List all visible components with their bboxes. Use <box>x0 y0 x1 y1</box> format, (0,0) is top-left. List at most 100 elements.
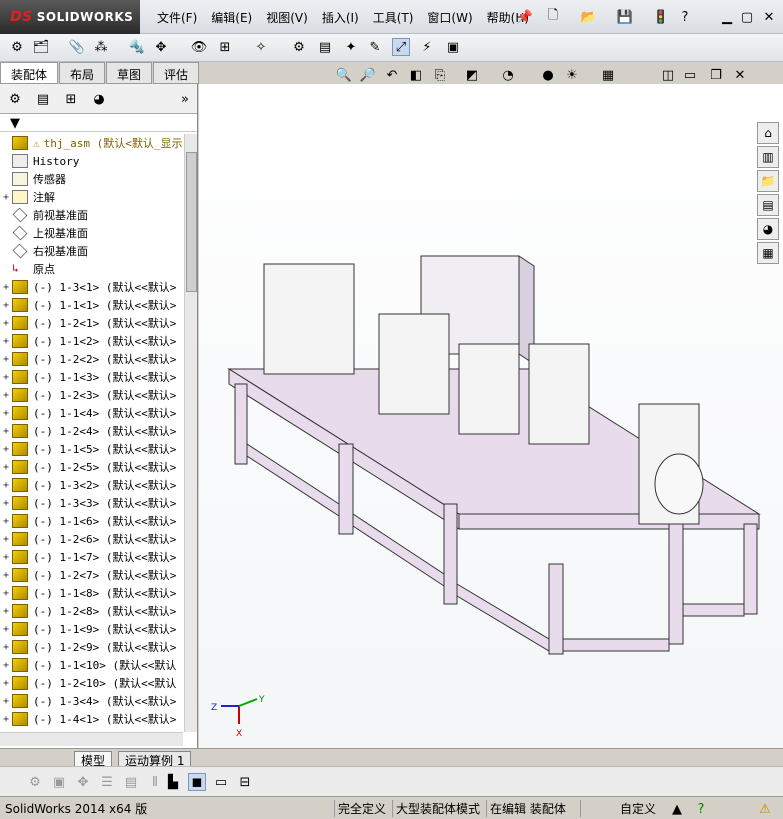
configuration-manager-icon[interactable]: ⊞ <box>62 90 80 108</box>
expand-icon[interactable]: + <box>0 354 12 365</box>
tree-item-right-plane[interactable]: 右视基准面 <box>0 242 183 260</box>
tree-component-row[interactable]: + (-) 1-2<8> (默认<<默认> <box>0 602 183 620</box>
design-library-icon[interactable]: ▥ <box>757 146 779 168</box>
tree-component-row[interactable]: + (-) 1-2<1> (默认<<默认> <box>0 314 183 332</box>
dynamic-annotation-icon[interactable]: ⎘ <box>431 66 449 84</box>
expand-icon[interactable]: + <box>0 588 12 599</box>
tree-item-front-plane[interactable]: 前视基准面 <box>0 206 183 224</box>
smart-fasteners-icon[interactable]: 🔩 <box>128 38 146 56</box>
tree-item-annotations[interactable]: + 注解 <box>0 188 183 206</box>
display-style-icon[interactable]: ◔ <box>499 66 517 84</box>
minimize-button[interactable]: ▁ <box>718 8 736 26</box>
move-component-icon[interactable]: ✥ <box>152 38 170 56</box>
expand-icon[interactable]: + <box>0 300 12 311</box>
tree-component-row[interactable]: + (-) 1-1<7> (默认<<默认> <box>0 548 183 566</box>
tree-item-top-plane[interactable]: 上视基准面 <box>0 224 183 242</box>
tool-icon[interactable]: ▣ <box>50 773 68 791</box>
tool-icon[interactable]: ☰ <box>98 773 116 791</box>
expand-icon[interactable]: + <box>0 660 12 671</box>
pin-icon[interactable]: 📌 <box>516 8 534 26</box>
tree-component-row[interactable]: + (-) 1-2<10> (默认<<默认 <box>0 674 183 692</box>
zoom-to-fit-icon[interactable]: 🔍 <box>335 66 353 84</box>
explode-line-icon[interactable]: ✎ <box>366 38 384 56</box>
tree-component-row[interactable]: + (-) 1-1<1> (默认<<默认> <box>0 296 183 314</box>
split-vertical-icon[interactable]: ⊟ <box>236 773 254 791</box>
up-arrow-icon[interactable]: ▲ <box>668 800 686 818</box>
new-document-icon[interactable]: 🗋 <box>544 8 562 26</box>
tree-component-row[interactable]: + (-) 1-2<9> (默认<<默认> <box>0 638 183 656</box>
expand-icon[interactable]: + <box>0 624 12 635</box>
expand-icon[interactable]: + <box>0 318 12 329</box>
tree-component-row[interactable]: + (-) 1-2<4> (默认<<默认> <box>0 422 183 440</box>
view-orientation-icon[interactable]: ◩ <box>463 66 481 84</box>
expand-icon[interactable]: + <box>0 498 12 509</box>
expand-icon[interactable]: + <box>0 390 12 401</box>
menu-insert[interactable]: 插入(I) <box>315 9 366 26</box>
expand-icon[interactable]: + <box>0 426 12 437</box>
solidworks-logo[interactable]: DS SOLIDWORKS <box>0 0 140 34</box>
custom-properties-icon[interactable]: ▦ <box>757 242 779 264</box>
appearance-icon[interactable]: ● <box>539 66 557 84</box>
chart-icon[interactable]: ▙ <box>164 773 182 791</box>
tree-item-origin[interactable]: ↳ 原点 <box>0 260 183 278</box>
expand-icon[interactable]: + <box>0 606 12 617</box>
view-settings-icon[interactable]: ▦ <box>599 66 617 84</box>
split-horizontal-icon[interactable]: ▭ <box>212 773 230 791</box>
expand-icon[interactable]: + <box>0 534 12 545</box>
help-status-icon[interactable]: ? <box>692 800 710 818</box>
split-window-icon[interactable]: ◫ <box>659 66 677 84</box>
expand-chevron-icon[interactable]: » <box>176 90 194 108</box>
expand-icon[interactable]: + <box>0 570 12 581</box>
rebuild-status-icon[interactable]: ⚠ <box>756 800 774 818</box>
expand-icon[interactable]: + <box>0 696 12 707</box>
help-icon[interactable]: ? <box>676 8 694 26</box>
bill-of-materials-icon[interactable]: ▤ <box>316 38 334 56</box>
tree-component-row[interactable]: + (-) 1-2<7> (默认<<默认> <box>0 566 183 584</box>
tool-icon[interactable]: ✥ <box>74 773 92 791</box>
menu-file[interactable]: 文件(F) <box>150 9 204 26</box>
new-part-icon[interactable]: 🗂 <box>32 38 50 56</box>
open-folder-icon[interactable]: 📂 <box>580 8 598 26</box>
menu-view[interactable]: 视图(V) <box>259 9 315 26</box>
tree-component-row[interactable]: + (-) 1-3<2> (默认<<默认> <box>0 476 183 494</box>
graphics-area[interactable]: X Y Z ⌂ ▥ 📁 ▤ ◕ ▦ <box>199 84 783 748</box>
save-icon[interactable]: 💾 <box>616 8 634 26</box>
tree-vertical-scrollbar[interactable] <box>184 134 197 732</box>
file-explorer-icon[interactable]: 📁 <box>757 170 779 192</box>
appearances-icon[interactable]: ◕ <box>757 218 779 240</box>
expand-icon[interactable]: + <box>0 480 12 491</box>
rebuild-icon[interactable]: 🚦 <box>652 8 670 26</box>
reference-geometry-icon[interactable]: ✧ <box>252 38 270 56</box>
tool-icon[interactable]: ▤ <box>122 773 140 791</box>
display-manager-icon[interactable]: ◕ <box>90 90 108 108</box>
tree-component-row[interactable]: + (-) 1-2<6> (默认<<默认> <box>0 530 183 548</box>
new-motion-study-icon[interactable]: ⚙ <box>290 38 308 56</box>
tree-component-row[interactable]: + (-) 1-1<2> (默认<<默认> <box>0 332 183 350</box>
tool-icon[interactable]: ⚙ <box>26 773 44 791</box>
tree-horizontal-scrollbar[interactable] <box>0 732 183 746</box>
tree-component-row[interactable]: + (-) 1-2<5> (默认<<默认> <box>0 458 183 476</box>
expand-icon[interactable]: + <box>0 714 12 725</box>
expand-icon[interactable]: + <box>0 678 12 689</box>
tool-icon[interactable]: ⫴ <box>146 773 164 791</box>
assembly-features-icon[interactable]: ⊞ <box>216 38 234 56</box>
tree-root[interactable]: ⚠ thj_asm (默认<默认_显示 <box>0 134 183 152</box>
tree-item-history[interactable]: History <box>0 152 183 170</box>
close-button[interactable]: ✕ <box>760 8 778 26</box>
section-view-icon[interactable]: ◧ <box>407 66 425 84</box>
units-custom[interactable]: 自定义 <box>580 800 664 817</box>
instant3d-icon[interactable]: ⤢ <box>392 38 410 56</box>
tab-layout[interactable]: 布局 <box>59 62 106 84</box>
menu-tools[interactable]: 工具(T) <box>366 9 421 26</box>
shaded-view-icon[interactable]: ◼ <box>188 773 206 791</box>
tree-component-row[interactable]: + (-) 1-1<4> (默认<<默认> <box>0 404 183 422</box>
snapshot-icon[interactable]: ▣ <box>444 38 462 56</box>
tree-component-row[interactable]: + (-) 1-1<10> (默认<<默认 <box>0 656 183 674</box>
tree-component-row[interactable]: + (-) 1-3<1> (默认<<默认> <box>0 278 183 296</box>
expand-icon[interactable]: + <box>0 462 12 473</box>
menu-window[interactable]: 窗口(W) <box>420 9 479 26</box>
tree-component-row[interactable]: + (-) 1-2<2> (默认<<默认> <box>0 350 183 368</box>
feature-manager-icon[interactable]: ⚙ <box>6 90 24 108</box>
expand-icon[interactable]: + <box>0 642 12 653</box>
scene-icon[interactable]: ☀ <box>563 66 581 84</box>
